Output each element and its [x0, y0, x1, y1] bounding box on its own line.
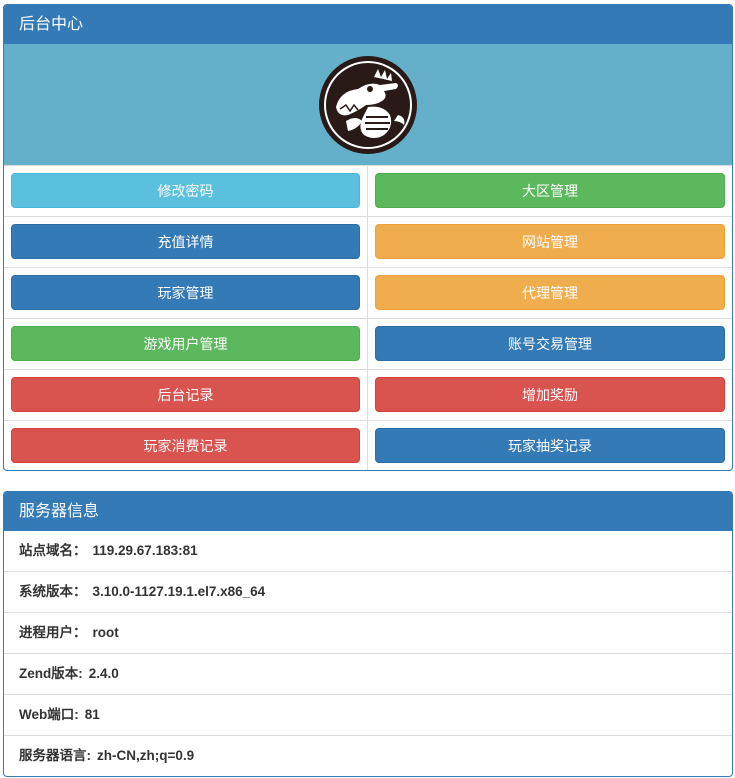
zend-version-value: 2.4.0	[88, 666, 119, 681]
list-item: 服务器语言: zh-CN,zh;q=0.9	[4, 736, 732, 776]
zend-version-label: Zend版本:	[19, 666, 83, 681]
recharge-details-button[interactable]: 充值详情	[11, 224, 360, 259]
game-user-management-button[interactable]: 游戏用户管理	[11, 326, 360, 361]
region-management-button[interactable]: 大区管理	[375, 173, 725, 208]
server-language-label: 服务器语言:	[19, 748, 91, 763]
process-user-value: root	[92, 625, 119, 640]
change-password-button[interactable]: 修改密码	[11, 173, 360, 208]
site-domain-value: 119.29.67.183:81	[92, 543, 198, 558]
list-item: 站点域名： 119.29.67.183:81	[4, 531, 732, 572]
server-language-value: zh-CN,zh;q=0.9	[97, 748, 195, 763]
account-trade-management-button[interactable]: 账号交易管理	[375, 326, 725, 361]
system-version-value: 3.10.0-1127.19.1.el7.x86_64	[92, 584, 266, 599]
web-port-value: 81	[84, 707, 100, 722]
admin-panel-title: 后台中心	[4, 5, 732, 44]
server-info-panel: 服务器信息 站点域名： 119.29.67.183:81 系统版本： 3.10.0-…	[3, 491, 733, 777]
agent-management-button[interactable]: 代理管理	[375, 275, 725, 310]
crocodile-logo-icon	[319, 55, 417, 154]
list-item: Zend版本: 2.4.0	[4, 654, 732, 695]
admin-panel: 后台中心 修改密码 大区管理 充值详情 网站管理 玩家管理 代理管理 游戏用户管…	[3, 4, 733, 471]
player-spending-log-button[interactable]: 玩家消费记录	[11, 428, 360, 463]
admin-button-grid: 修改密码 大区管理 充值详情 网站管理 玩家管理 代理管理 游戏用户管理 账号交…	[4, 166, 732, 470]
web-port-label: Web端口:	[19, 707, 79, 722]
list-item: Web端口: 81	[4, 695, 732, 736]
system-version-label: 系统版本：	[19, 584, 87, 599]
logo-banner	[4, 44, 732, 166]
player-management-button[interactable]: 玩家管理	[11, 275, 360, 310]
site-domain-label: 站点域名：	[19, 543, 87, 558]
website-management-button[interactable]: 网站管理	[375, 224, 725, 259]
list-item: 系统版本： 3.10.0-1127.19.1.el7.x86_64	[4, 572, 732, 613]
add-reward-button[interactable]: 增加奖励	[375, 377, 725, 412]
process-user-label: 进程用户：	[19, 625, 87, 640]
admin-log-button[interactable]: 后台记录	[11, 377, 360, 412]
server-info-title: 服务器信息	[4, 492, 732, 531]
list-item: 进程用户： root	[4, 613, 732, 654]
server-info-list: 站点域名： 119.29.67.183:81 系统版本： 3.10.0-1127.1…	[4, 531, 732, 776]
player-lottery-log-button[interactable]: 玩家抽奖记录	[375, 428, 725, 463]
